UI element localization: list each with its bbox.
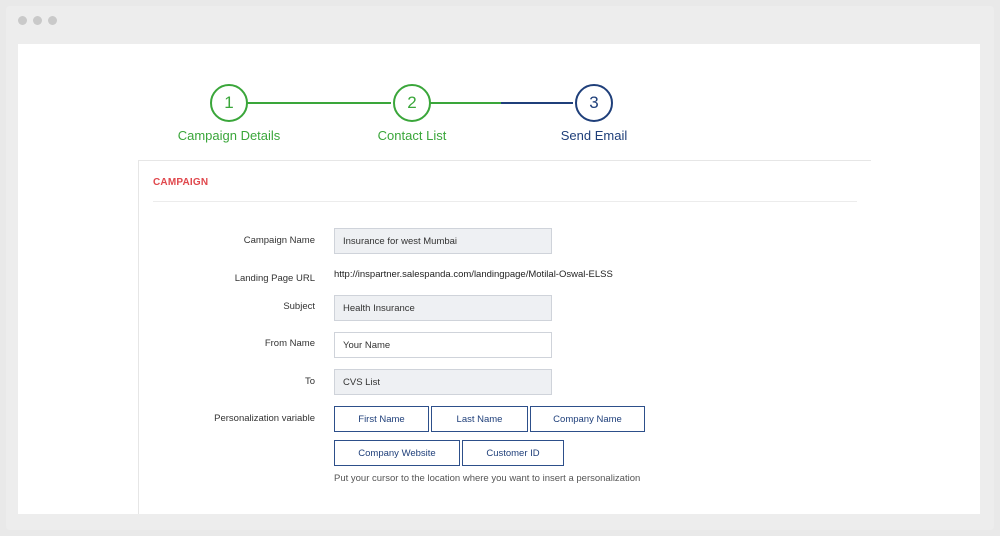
step-connector-3 (501, 102, 573, 104)
customer-id-button[interactable]: Customer ID (462, 440, 564, 466)
personalization-label: Personalization variable (214, 413, 315, 424)
from-name-field[interactable]: Your Name (334, 332, 552, 358)
step-2-label[interactable]: Contact List (378, 128, 447, 143)
page-viewport: 1 2 3 Campaign Details Contact List Send… (18, 44, 980, 514)
section-divider (153, 201, 857, 202)
step-connector-1 (247, 102, 391, 104)
landing-url-value: http://inspartner.salespanda.com/landing… (334, 269, 613, 280)
step-1-label[interactable]: Campaign Details (178, 128, 281, 143)
step-1-circle[interactable]: 1 (210, 84, 248, 122)
personalization-hint: Put your cursor to the location where yo… (334, 473, 641, 484)
subject-label: Subject (283, 301, 315, 312)
campaign-card: CAMPAIGN Campaign Name Insurance for wes… (138, 160, 871, 514)
browser-window: 1 2 3 Campaign Details Contact List Send… (6, 6, 994, 530)
from-name-label: From Name (264, 338, 315, 349)
window-dot-icon[interactable] (18, 16, 27, 25)
subject-field[interactable]: Health Insurance (334, 295, 552, 321)
step-connector-2 (423, 102, 501, 104)
section-title: CAMPAIGN (153, 177, 209, 188)
step-3-label[interactable]: Send Email (561, 128, 627, 143)
campaign-name-field[interactable]: Insurance for west Mumbai (334, 228, 552, 254)
window-controls (18, 16, 57, 25)
to-label: To (304, 376, 315, 387)
landing-url-label: Landing Page URL (234, 273, 315, 284)
window-dot-icon[interactable] (33, 16, 42, 25)
company-name-button[interactable]: Company Name (530, 406, 645, 432)
company-website-button[interactable]: Company Website (334, 440, 460, 466)
last-name-button[interactable]: Last Name (431, 406, 528, 432)
window-dot-icon[interactable] (48, 16, 57, 25)
campaign-name-label: Campaign Name (243, 235, 315, 246)
step-2-circle[interactable]: 2 (393, 84, 431, 122)
step-3-circle[interactable]: 3 (575, 84, 613, 122)
to-field[interactable]: CVS List (334, 369, 552, 395)
first-name-button[interactable]: First Name (334, 406, 429, 432)
